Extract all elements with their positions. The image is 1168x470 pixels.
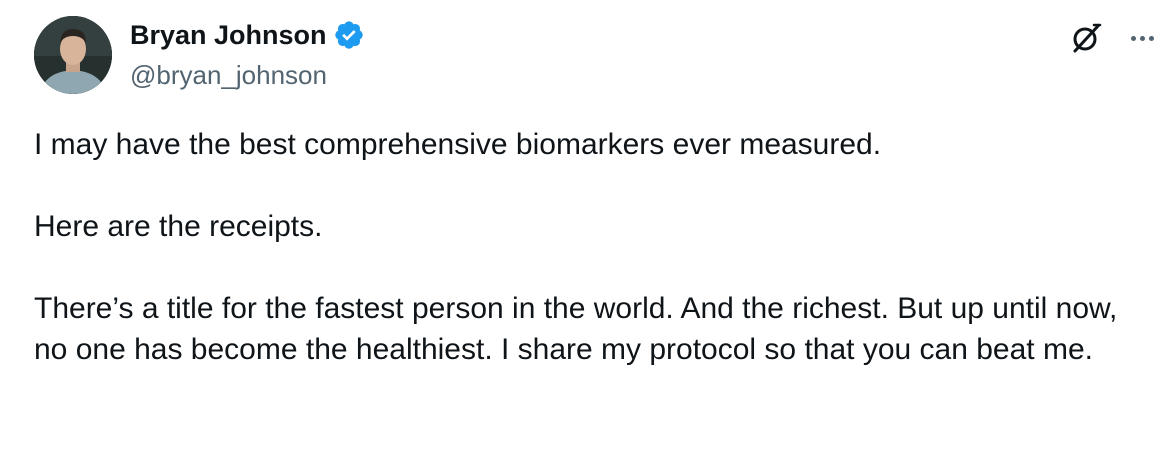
verified-badge-icon[interactable]	[333, 19, 365, 51]
tweet-card: Bryan Johnson @bryan_johnson I may have …	[0, 0, 1168, 470]
author-handle[interactable]: @bryan_johnson	[130, 58, 327, 92]
tweet-paragraph: Here are the receipts.	[34, 210, 323, 243]
tweet-text: I may have the best comprehensive biomar…	[34, 124, 1154, 370]
grok-icon[interactable]	[1068, 20, 1104, 56]
author-name[interactable]: Bryan Johnson	[130, 18, 327, 52]
more-options-icon[interactable]	[1124, 20, 1160, 56]
tweet-paragraph: I may have the best comprehensive biomar…	[34, 128, 882, 161]
tweet-paragraph: There’s a title for the fastest person i…	[34, 292, 1126, 366]
author-name-row[interactable]: Bryan Johnson	[130, 18, 365, 52]
avatar[interactable]	[34, 16, 112, 94]
